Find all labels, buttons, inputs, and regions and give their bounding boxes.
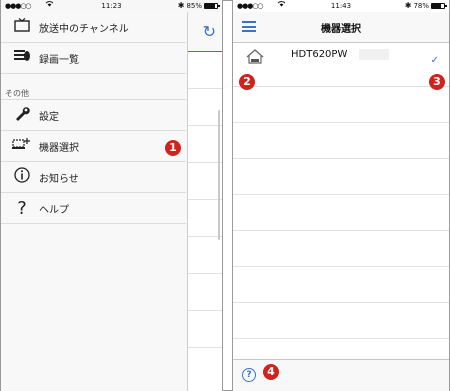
battery-percent: 78% [413, 2, 429, 10]
menu-item-notices[interactable]: お知らせ [1, 162, 186, 193]
device-name: HDT620PW [291, 49, 348, 60]
question-icon: ? [17, 197, 27, 219]
refresh-icon[interactable]: ↻ [203, 22, 216, 41]
redacted-area [359, 49, 389, 60]
list-row [188, 311, 222, 348]
left-phone-screen: ●●●○○ 11:23 ✱ 85% 放送中のチャンネル 録画一覧 その他 設定 … [1, 0, 223, 391]
menu-item-settings[interactable]: 設定 [1, 100, 186, 131]
status-bar: ●●●○○ 11:43 ✱ 78% [233, 0, 449, 12]
bluetooth-icon: ✱ [404, 1, 412, 10]
annotation-badge: 2 [238, 73, 256, 91]
empty-row [233, 231, 449, 267]
battery-icon [204, 3, 220, 9]
empty-row [233, 123, 449, 159]
menu-item-help[interactable]: ? ヘルプ [1, 193, 186, 224]
help-circle-icon[interactable]: ? [242, 368, 256, 382]
side-drawer: 放送中のチャンネル 録画一覧 その他 設定 機器選択 お知らせ ? ヘルプ [1, 12, 186, 391]
menu-item-device-select[interactable]: 機器選択 [1, 131, 186, 162]
page-title: 機器選択 [321, 24, 361, 35]
device-row[interactable]: HDT620PW ✓ [233, 43, 449, 87]
list-row [188, 89, 222, 126]
menu-label: 機器選択 [39, 142, 79, 154]
list-row [188, 200, 222, 237]
list-row [188, 237, 222, 274]
status-bar: ●●●○○ 11:23 ✱ 85% [1, 0, 222, 12]
list-row [188, 163, 222, 200]
main-content-behind-drawer: ↻ [187, 12, 222, 391]
info-icon [7, 167, 37, 187]
menu-item-recordings[interactable]: 録画一覧 [1, 43, 186, 74]
annotation-badge: 1 [164, 139, 182, 157]
empty-row [233, 303, 449, 339]
device-list: HDT620PW ✓ [233, 43, 449, 339]
right-phone-screen: ●●●○○ 11:43 ✱ 78% 機器選択 HDT620PW ✓ ? 2 3 … [232, 0, 449, 391]
section-header-other: その他 [1, 74, 186, 100]
empty-row [233, 195, 449, 231]
list-row [188, 274, 222, 311]
checkmark-icon: ✓ [430, 55, 439, 66]
home-network-icon [245, 49, 265, 69]
menu-item-live-channels[interactable]: 放送中のチャンネル [1, 12, 186, 43]
tv-icon [7, 18, 37, 36]
empty-row [233, 267, 449, 303]
empty-row [233, 159, 449, 195]
menu-label: 録画一覧 [39, 54, 79, 66]
main-navbar: ↻ [188, 12, 222, 52]
menu-label: 放送中のチャンネル [39, 23, 129, 35]
empty-row [233, 87, 449, 123]
annotation-badge: 4 [262, 363, 280, 381]
wrench-icon [7, 105, 37, 125]
recordings-icon [7, 49, 37, 67]
annotation-badge: 3 [428, 73, 446, 91]
list-row [188, 52, 222, 89]
device-select-icon [7, 137, 37, 155]
menu-label: ヘルプ [39, 204, 69, 216]
scrollbar [218, 110, 220, 240]
battery-percent: 85% [186, 2, 202, 10]
bluetooth-icon: ✱ [177, 1, 185, 10]
list-row [188, 126, 222, 163]
battery-icon [431, 3, 447, 9]
menu-label: 設定 [39, 111, 59, 123]
menu-label: お知らせ [39, 173, 79, 185]
navbar: 機器選択 [233, 12, 449, 43]
